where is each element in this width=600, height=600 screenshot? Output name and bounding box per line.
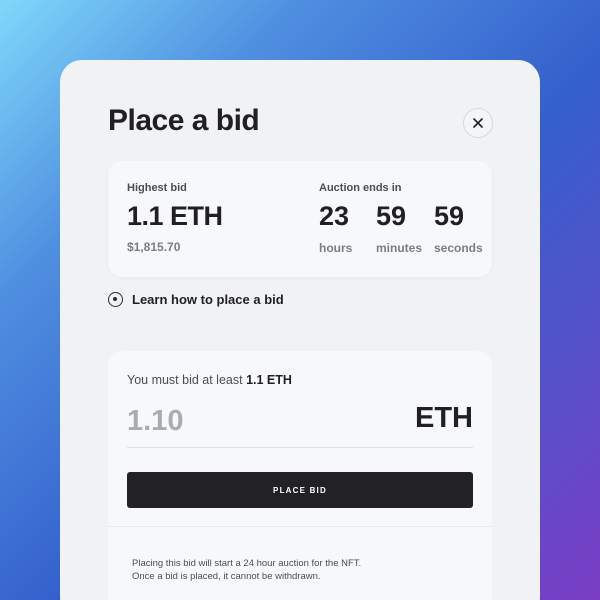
close-icon xyxy=(473,118,483,128)
close-button[interactable] xyxy=(463,108,493,138)
learn-how-link[interactable]: Learn how to place a bid xyxy=(108,292,284,307)
highest-bid-value: 1.1 ETH xyxy=(127,201,223,231)
auction-info-card: Highest bid 1.1 ETH $1,815.70 Auction en… xyxy=(108,161,492,277)
countdown-hours-label: hours xyxy=(319,241,353,255)
countdown-minutes-label: minutes xyxy=(376,241,423,255)
minimum-bid-prompt: You must bid at least xyxy=(127,373,247,387)
highest-bid-label: Highest bid xyxy=(127,182,187,194)
info-circle-icon xyxy=(108,292,123,307)
bid-amount-input[interactable] xyxy=(127,401,377,441)
countdown-hours: 23 xyxy=(319,201,350,231)
auction-ends-label: Auction ends in xyxy=(319,182,402,194)
disclaimer-line-1: Placing this bid will start a 24 hour au… xyxy=(132,558,362,569)
place-bid-modal: Place a bid Highest bid 1.1 ETH $1,815.7… xyxy=(60,60,540,600)
minimum-bid-notice: You must bid at least 1.1 ETH xyxy=(127,373,292,387)
input-underline xyxy=(127,447,473,448)
countdown-seconds: 59 xyxy=(434,201,465,231)
bid-disclaimer: Placing this bid will start a 24 hour au… xyxy=(132,557,361,583)
minimum-bid-amount: 1.1 ETH xyxy=(246,373,292,387)
place-bid-button[interactable]: PLACE BID xyxy=(127,472,473,508)
footer-divider xyxy=(108,526,492,527)
highest-bid-usd: $1,815.70 xyxy=(127,240,181,254)
learn-how-text: Learn how to place a bid xyxy=(132,292,284,307)
bid-currency: ETH xyxy=(415,402,473,434)
countdown-seconds-label: seconds xyxy=(434,241,483,255)
disclaimer-line-2: Once a bid is placed, it cannot be withd… xyxy=(132,571,321,582)
modal-title: Place a bid xyxy=(108,104,260,137)
bid-form-card: You must bid at least 1.1 ETH ETH PLACE … xyxy=(108,351,492,600)
countdown-minutes: 59 xyxy=(376,201,407,231)
